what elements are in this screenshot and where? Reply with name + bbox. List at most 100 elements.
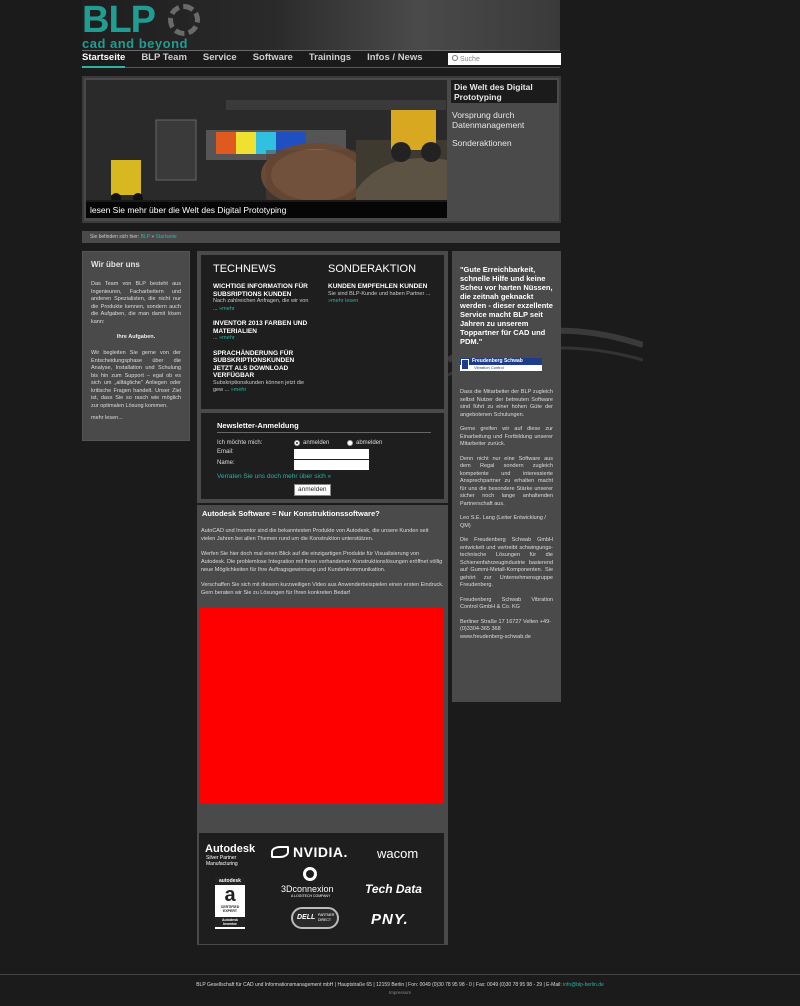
about-text-2: Wir begleiten Sie gerne von der Entschei… [91, 350, 181, 409]
technews-list: WICHTIGE INFORMATION FÜR SUBSRIPTIONS KU… [213, 283, 313, 402]
nav-startseite[interactable]: Startseite [82, 52, 126, 68]
news-more-link[interactable]: »mehr [219, 306, 235, 312]
sonder-item-text: Sie sind BLP-Kunde und haben Partner ...… [328, 290, 431, 305]
3dconnexion-logo: 3Dconnexion [281, 884, 334, 894]
nav-trainings[interactable]: Trainings [309, 52, 351, 68]
newsletter-form: Newsletter-Anmeldung Ich möchte mich: an… [201, 413, 444, 499]
footer-address: BLP Gesellschaft für CAD und Information… [196, 982, 562, 988]
subscribe-button[interactable]: anmelden [294, 484, 331, 496]
article-text-3: Verschaffen Sie sich mit diesem kurzweil… [201, 582, 444, 596]
footer-email-link[interactable]: info@blp-berlin.de [563, 982, 604, 988]
hero-image[interactable] [86, 80, 447, 218]
nvidia-eye-icon [271, 846, 289, 858]
divider [82, 50, 560, 51]
testimonial-text-1: Dass die Mitarbeiter der BLP zugleich se… [460, 389, 553, 418]
gear-icon [168, 4, 200, 36]
email-field[interactable] [294, 449, 369, 459]
technews-title: TECHNEWS [213, 263, 276, 275]
nav-infos-news[interactable]: Infos / News [367, 52, 422, 68]
company-name: Freudenberg Schwab Vibration Control Gmb… [460, 596, 553, 611]
news-item-text: Subskriptionskunden können jetzt die gew… [213, 379, 305, 394]
breadcrumb-current[interactable]: Startseite [156, 234, 177, 240]
radio-abmelden-label: abmelden [356, 440, 383, 446]
name-field[interactable] [294, 460, 369, 470]
radio-anmelden-label: anmelden [303, 440, 330, 446]
partner-logos: Autodesk Silver Partner Manufacturing NV… [199, 833, 444, 944]
hero-caption[interactable]: lesen Sie mehr über die Welt des Digital… [86, 202, 447, 218]
news-more-link[interactable]: »mehr [219, 335, 235, 341]
footer-impressum-link[interactable]: Impressum [0, 990, 800, 995]
news-item-title[interactable]: INVENTOR 2013 FARBEN UND MATERIALIEN [213, 320, 313, 335]
newsletter-more-link[interactable]: Verraten Sie uns doch mehr über sich » [217, 473, 331, 480]
newsletter-choice-label: Ich möchte mich: [217, 440, 263, 446]
footer-text: BLP Gesellschaft für CAD und Information… [0, 982, 800, 988]
about-text-1: Das Team von BLP besteht aus Ingenieuren… [91, 281, 181, 325]
dell-partner-badge: DELL PARTNER DIRECT [291, 907, 339, 929]
news-more-link[interactable]: »mehr [231, 387, 247, 393]
breadcrumb-prefix: Sie befinden sich hier: [90, 234, 140, 240]
company-description: Die Freudenberg Schwab GmbH entwickelt u… [460, 537, 553, 588]
dell-logo: DELL [297, 914, 316, 921]
nav-service[interactable]: Service [203, 52, 237, 68]
sonder-list: KUNDEN EMPFEHLEN KUNDEN Sie sind BLP-Kun… [328, 283, 433, 313]
about-box: Wir über uns Das Team von BLP besteht au… [82, 251, 190, 441]
autodesk-manufacturing-label: Manufacturing [206, 861, 238, 867]
search-icon [452, 55, 458, 61]
testimonial-text-2: Gerne greifen wir auf diese zur Einarbei… [460, 426, 553, 447]
hero-tab-sonderaktionen[interactable]: Sonderaktionen [451, 138, 557, 148]
news-item-title[interactable]: SPRACHÄNDERUNG FÜR SUBSKRIPTIONSKUNDEN J… [213, 350, 313, 380]
cert-bottom-text: Autodesk Inventor [215, 917, 245, 927]
nvidia-logo: NVIDIA. [293, 844, 348, 860]
sonderaktion-title: SONDERAKTION [328, 263, 417, 275]
newsletter-panel: Newsletter-Anmeldung Ich möchte mich: an… [197, 413, 448, 503]
autodesk-logo: Autodesk [205, 843, 256, 855]
newsletter-title: Newsletter-Anmeldung [217, 421, 299, 430]
company-website-link[interactable]: www.freudenberg-schwab.de [460, 634, 553, 642]
breadcrumb-home[interactable]: BLP [141, 234, 150, 240]
news-item-title[interactable]: WICHTIGE INFORMATION FÜR SUBSRIPTIONS KU… [213, 283, 313, 298]
freudenberg-sub: Vibration Control [474, 365, 504, 370]
news-item-text: Nach zahlreichen Anfragen, die wir von .… [213, 298, 309, 312]
cert-letter: a [224, 884, 236, 906]
autodesk-certified-badge: autodesk a CERTIFIED EXPERT Autodesk Inv… [215, 877, 245, 929]
sonder-item-title[interactable]: KUNDEN EMPFEHLEN KUNDEN [328, 283, 433, 291]
breadcrumb-sep: » [151, 234, 155, 240]
testimonial-box: "Gute Erreichbarkeit, schnelle Hilfe und… [452, 251, 561, 702]
testimonial-text-3: Denn nicht nur eine Software aus dem Reg… [460, 455, 553, 507]
3dconnexion-sub: A LOGITECH COMPANY [291, 894, 331, 898]
news-item-text: ... »mehr [213, 335, 235, 341]
techdata-logo: Tech Data [365, 882, 422, 896]
article-panel: Autodesk Software = Nur Konstruktionssof… [197, 505, 448, 945]
nav-blp-team[interactable]: BLP Team [141, 52, 187, 68]
logo[interactable]: BLP [82, 1, 156, 39]
radio-anmelden[interactable] [294, 440, 300, 446]
article-text-2: Werfen Sie hier doch mal einen Blick auf… [201, 551, 443, 573]
testimonial-author: Leo S.E. Lang (Leiter Entwicklung / QM) [460, 515, 546, 529]
about-more-link[interactable]: mehr lesen... [91, 415, 181, 423]
footer-divider [0, 974, 800, 975]
wacom-logo: wacom [377, 846, 419, 861]
search-input[interactable]: Suche [448, 53, 561, 65]
video-player[interactable] [199, 608, 444, 804]
cert-mid-text: CERTIFIED EXPERT [220, 905, 240, 913]
nav-software[interactable]: Software [253, 52, 293, 68]
hero-tab-digital-prototyping[interactable]: Die Welt des Digital Prototyping [451, 80, 557, 103]
email-label: Email: [217, 449, 234, 455]
name-label: Name: [217, 460, 235, 466]
news-inner: TECHNEWS SONDERAKTION WICHTIGE INFORMATI… [201, 255, 444, 409]
breadcrumb: Sie befinden sich hier: BLP » Startseite [82, 231, 560, 243]
3dconnexion-icon [303, 867, 317, 881]
sonder-more-link[interactable]: »mehr lesen [328, 298, 358, 304]
company-address: Berliner Straße 17 16727 Velten +49-(0)3… [460, 618, 551, 633]
logo-tagline: cad and beyond [82, 36, 188, 51]
dell-sub: PARTNER DIRECT [318, 913, 335, 922]
freudenberg-logo: Freudenberg Schwab Vibration Control [460, 358, 542, 371]
hero-tab-datenmanagement[interactable]: Vorsprung durch Datenmanagement [451, 110, 557, 130]
about-title: Wir über uns [91, 260, 140, 269]
factory-render-image [86, 80, 447, 218]
radio-abmelden[interactable] [347, 440, 353, 446]
news-panel: TECHNEWS SONDERAKTION WICHTIGE INFORMATI… [197, 251, 448, 413]
article-text-1: AutoCAD und Inventor sind die bekanntest… [201, 528, 429, 542]
about-highlight: Ihre Aufgaben. [116, 334, 156, 340]
testimonial-quote: "Gute Erreichbarkeit, schnelle Hilfe und… [460, 265, 553, 346]
